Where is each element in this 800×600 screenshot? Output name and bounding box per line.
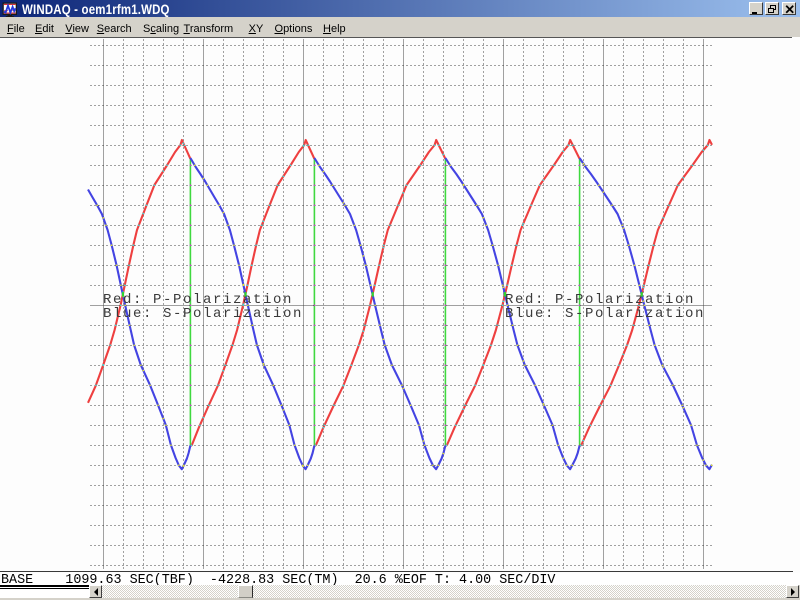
svg-text:Blue: S-Polarization: Blue: S-Polarization xyxy=(505,306,705,322)
svg-text:Blue: S-Polarization: Blue: S-Polarization xyxy=(103,306,303,322)
